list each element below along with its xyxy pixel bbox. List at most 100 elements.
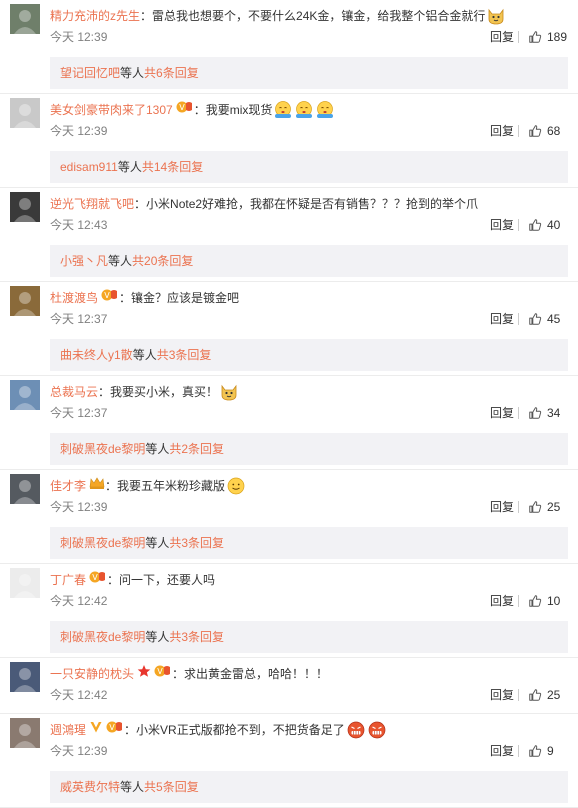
reply-button[interactable]: 回复 bbox=[490, 499, 514, 515]
avatar[interactable] bbox=[10, 98, 40, 128]
username-link[interactable]: 佳才李 bbox=[50, 476, 86, 496]
vip-badge: V bbox=[154, 664, 172, 684]
svg-text:V: V bbox=[109, 723, 115, 732]
reply-user-link[interactable]: 小强丶凡 bbox=[60, 254, 108, 268]
colon-separator: ： bbox=[193, 103, 206, 117]
reply-others-text: 等人 bbox=[145, 536, 170, 550]
comment-meta: 今天 12:39 回复 25 bbox=[50, 499, 570, 515]
avatar[interactable] bbox=[10, 568, 40, 598]
thumb-up-icon bbox=[528, 688, 542, 702]
comment-time: 今天 12:43 bbox=[50, 218, 108, 232]
reply-button[interactable]: 回复 bbox=[490, 405, 514, 421]
replies-summary[interactable]: 威英费尔特等人共5条回复 bbox=[50, 771, 568, 803]
avatar[interactable] bbox=[10, 192, 40, 222]
reply-count-link[interactable]: 共14条回复 bbox=[142, 160, 203, 174]
reply-count-link[interactable]: 共2条回复 bbox=[169, 442, 224, 456]
comment-text: 求出黄金雷总，哈哈！！！ bbox=[184, 667, 329, 681]
username-link[interactable]: 美女剑豪带肉来了1307 bbox=[50, 100, 173, 120]
like-button[interactable]: 45 bbox=[528, 311, 560, 327]
replies-summary[interactable]: 小强丶凡等人共20条回复 bbox=[50, 245, 568, 277]
username-link[interactable]: 总裁马云 bbox=[50, 382, 98, 402]
vip-badge: V bbox=[101, 288, 119, 308]
replies-summary[interactable]: 刺破黑夜de黎明等人共3条回复 bbox=[50, 621, 568, 653]
like-button[interactable]: 189 bbox=[528, 29, 567, 45]
reply-count-link[interactable]: 共5条回复 bbox=[144, 780, 199, 794]
reply-count-link[interactable]: 共3条回复 bbox=[169, 536, 224, 550]
username-link[interactable]: 逆光飞翔就飞吧 bbox=[50, 194, 134, 214]
comment-divider bbox=[0, 713, 578, 714]
comment-meta: 今天 12:43 回复 40 bbox=[50, 217, 570, 233]
doge-emoji bbox=[485, 6, 506, 26]
comment-line: 週鴻瑆 V ：小米VR正式版都抢不到，不把货备足了 bbox=[50, 720, 387, 740]
comment-line: 总裁马云：我要买小米，真买！ bbox=[50, 382, 239, 402]
comment-line: 精力充沛的z先生：雷总我也想要个，不要什么24K金，镶金，给我整个铝合金就行 bbox=[50, 6, 506, 26]
replies-summary[interactable]: 刺破黑夜de黎明等人共3条回复 bbox=[50, 527, 568, 559]
reply-button[interactable]: 回复 bbox=[490, 743, 514, 759]
reply-user-link[interactable]: 刺破黑夜de黎明 bbox=[60, 630, 145, 644]
like-button[interactable]: 40 bbox=[528, 217, 560, 233]
avatar[interactable] bbox=[10, 662, 40, 692]
comment-divider bbox=[0, 657, 578, 658]
shy-emoji bbox=[272, 100, 293, 120]
like-button[interactable]: 10 bbox=[528, 593, 560, 609]
reply-button[interactable]: 回复 bbox=[490, 687, 514, 703]
avatar[interactable] bbox=[10, 718, 40, 748]
replies-summary[interactable]: 望记回忆吧等人共6条回复 bbox=[50, 57, 568, 89]
comment-time: 今天 12:37 bbox=[50, 406, 108, 420]
username-link[interactable]: 週鴻瑆 bbox=[50, 720, 86, 740]
username-link[interactable]: 一只安静的枕头 bbox=[50, 664, 134, 684]
replies-summary[interactable]: 曲未终人y1散等人共3条回复 bbox=[50, 339, 568, 371]
like-button[interactable]: 34 bbox=[528, 405, 560, 421]
thumb-up-icon bbox=[528, 744, 542, 758]
avatar[interactable] bbox=[10, 286, 40, 316]
reply-user-link[interactable]: 曲未终人y1散 bbox=[60, 348, 133, 362]
reply-others-text: 等人 bbox=[117, 160, 142, 174]
avatar[interactable] bbox=[10, 474, 40, 504]
comment-divider bbox=[0, 281, 578, 282]
username-link[interactable]: 丁广春 bbox=[50, 570, 86, 590]
avatar[interactable] bbox=[10, 380, 40, 410]
reply-count-link[interactable]: 共3条回复 bbox=[157, 348, 212, 362]
thumb-up-icon bbox=[528, 500, 542, 514]
like-button[interactable]: 68 bbox=[528, 123, 560, 139]
reply-button[interactable]: 回复 bbox=[490, 311, 514, 327]
colon-separator: ： bbox=[119, 291, 132, 305]
reply-user-link[interactable]: 威英费尔特 bbox=[60, 780, 120, 794]
like-count: 25 bbox=[547, 688, 561, 702]
like-button[interactable]: 25 bbox=[528, 687, 560, 703]
reply-user-link[interactable]: edisam911 bbox=[60, 160, 118, 174]
comment-line: 杜渡渡鸟 V ：镶金？应该是镀金吧 bbox=[50, 288, 239, 308]
like-button[interactable]: 9 bbox=[528, 743, 554, 759]
action-divider bbox=[518, 219, 519, 231]
username-link[interactable]: 精力充沛的z先生 bbox=[50, 6, 140, 26]
reply-user-link[interactable]: 望记回忆吧 bbox=[60, 66, 120, 80]
comment-meta: 今天 12:42 回复 10 bbox=[50, 593, 570, 609]
colon-separator: ： bbox=[98, 385, 111, 399]
svg-text:V: V bbox=[157, 667, 163, 676]
replies-summary[interactable]: edisam911等人共14条回复 bbox=[50, 151, 568, 183]
colon-separator: ： bbox=[124, 723, 137, 737]
reply-count-link[interactable]: 共6条回复 bbox=[144, 66, 199, 80]
replies-summary[interactable]: 刺破黑夜de黎明等人共2条回复 bbox=[50, 433, 568, 465]
reply-count-link[interactable]: 共20条回复 bbox=[132, 254, 193, 268]
reply-count-link[interactable]: 共3条回复 bbox=[169, 630, 224, 644]
comment-meta: 今天 12:37 回复 45 bbox=[50, 311, 570, 327]
comment-text: 我要买小米，真买！ bbox=[110, 385, 219, 399]
comment-time: 今天 12:42 bbox=[50, 594, 108, 608]
reply-others-text: 等人 bbox=[120, 66, 145, 80]
avatar[interactable] bbox=[10, 4, 40, 34]
username-link[interactable]: 杜渡渡鸟 bbox=[50, 288, 98, 308]
reply-button[interactable]: 回复 bbox=[490, 123, 514, 139]
comment-divider bbox=[0, 93, 578, 94]
reply-others-text: 等人 bbox=[108, 254, 133, 268]
like-button[interactable]: 25 bbox=[528, 499, 560, 515]
reply-user-link[interactable]: 刺破黑夜de黎明 bbox=[60, 536, 145, 550]
reply-user-link[interactable]: 刺破黑夜de黎明 bbox=[60, 442, 145, 456]
reply-button[interactable]: 回复 bbox=[490, 217, 514, 233]
v-badge bbox=[89, 720, 103, 740]
reply-button[interactable]: 回复 bbox=[490, 29, 514, 45]
colon-separator: ： bbox=[172, 667, 185, 681]
reply-button[interactable]: 回复 bbox=[490, 593, 514, 609]
comment-line: 丁广春 V ：问一下，还要人吗 bbox=[50, 570, 215, 590]
comment-meta: 今天 12:39 回复 189 bbox=[50, 29, 570, 45]
